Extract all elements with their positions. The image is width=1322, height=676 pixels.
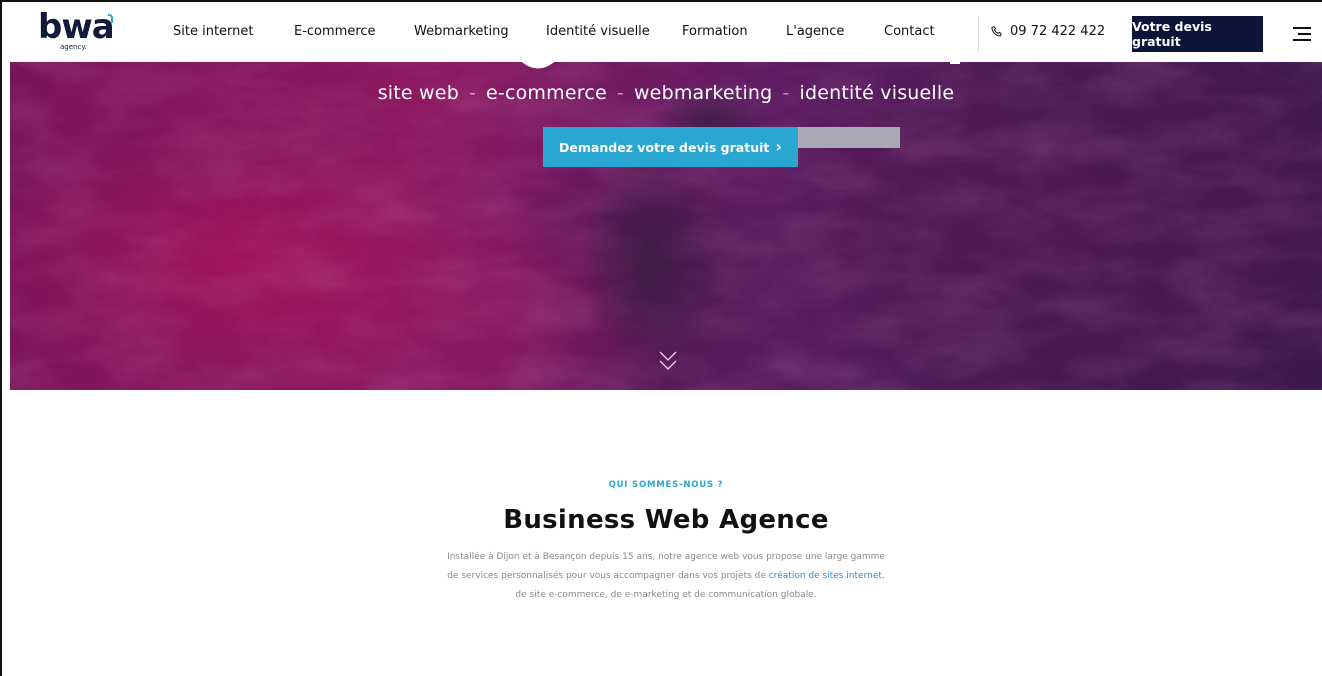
- hero-quote-label: Demandez votre devis gratuit: [559, 139, 770, 155]
- hero-service-site-web: site web: [377, 82, 459, 104]
- link-creation-sites-internet[interactable]: création de sites internet: [769, 571, 882, 581]
- nav-contact[interactable]: Contact: [884, 24, 935, 39]
- hero-services-line: site web - e-commerce - webmarketing - identit…: [10, 82, 1322, 104]
- about-text-comma: ,: [881, 571, 885, 581]
- nav-site-internet[interactable]: Site internet: [173, 24, 254, 39]
- phone-link[interactable]: 09 72 422 422: [990, 24, 1105, 39]
- chevron-right-icon: ›: [775, 137, 782, 156]
- scroll-down-icon[interactable]: [659, 350, 677, 372]
- about-text-line1: Installée à Dijon et à Besançon depuis 1…: [447, 552, 885, 562]
- about-text-line2: de services personnalisés pour vous acco…: [447, 571, 769, 581]
- hero-background-image: [10, 62, 1322, 390]
- phone-icon: [991, 25, 1002, 36]
- site-header: bwa agency. Site internet E-commerce Web…: [10, 2, 1322, 62]
- hero-service-identite-visuelle: identité visuelle: [799, 82, 955, 104]
- hero-quote-button[interactable]: Demandez votre devis gratuit ›: [543, 127, 798, 167]
- menu-icon[interactable]: [1293, 27, 1311, 41]
- nav-identite-visuelle[interactable]: Identité visuelle: [546, 24, 650, 39]
- about-section: QUI SOMMES-NOUS ? Business Web Agence In…: [10, 390, 1322, 676]
- nav-agence[interactable]: L'agence: [786, 24, 844, 39]
- hero-separator: -: [468, 82, 477, 104]
- nav-e-commerce[interactable]: E-commerce: [294, 24, 376, 39]
- about-description: Installée à Dijon et à Besançon depuis 1…: [390, 548, 942, 605]
- about-text-line3: de site e-commerce, de e-marketing et de…: [515, 590, 817, 600]
- hero-banner: site web - e-commerce - webmarketing - identit…: [10, 62, 1322, 390]
- hero-separator: -: [782, 82, 790, 104]
- hero-overlay-bar: [798, 127, 900, 148]
- hero-title-cropped: [521, 62, 960, 69]
- about-kicker: QUI SOMMES-NOUS ?: [608, 480, 724, 490]
- header-quote-button[interactable]: Votre devis gratuit: [1132, 16, 1263, 52]
- phone-number: 09 72 422 422: [1010, 24, 1106, 39]
- nav-webmarketing[interactable]: Webmarketing: [414, 24, 509, 39]
- hero-service-e-commerce: e-commerce: [486, 82, 607, 104]
- main-nav: Site internet E-commerce Webmarketing Id…: [10, 2, 1322, 62]
- hero-separator: -: [616, 82, 624, 104]
- about-title: Business Web Agence: [503, 505, 829, 535]
- nav-divider: [978, 16, 979, 52]
- nav-formation[interactable]: Formation: [682, 24, 748, 39]
- hero-service-webmarketing: webmarketing: [633, 82, 773, 104]
